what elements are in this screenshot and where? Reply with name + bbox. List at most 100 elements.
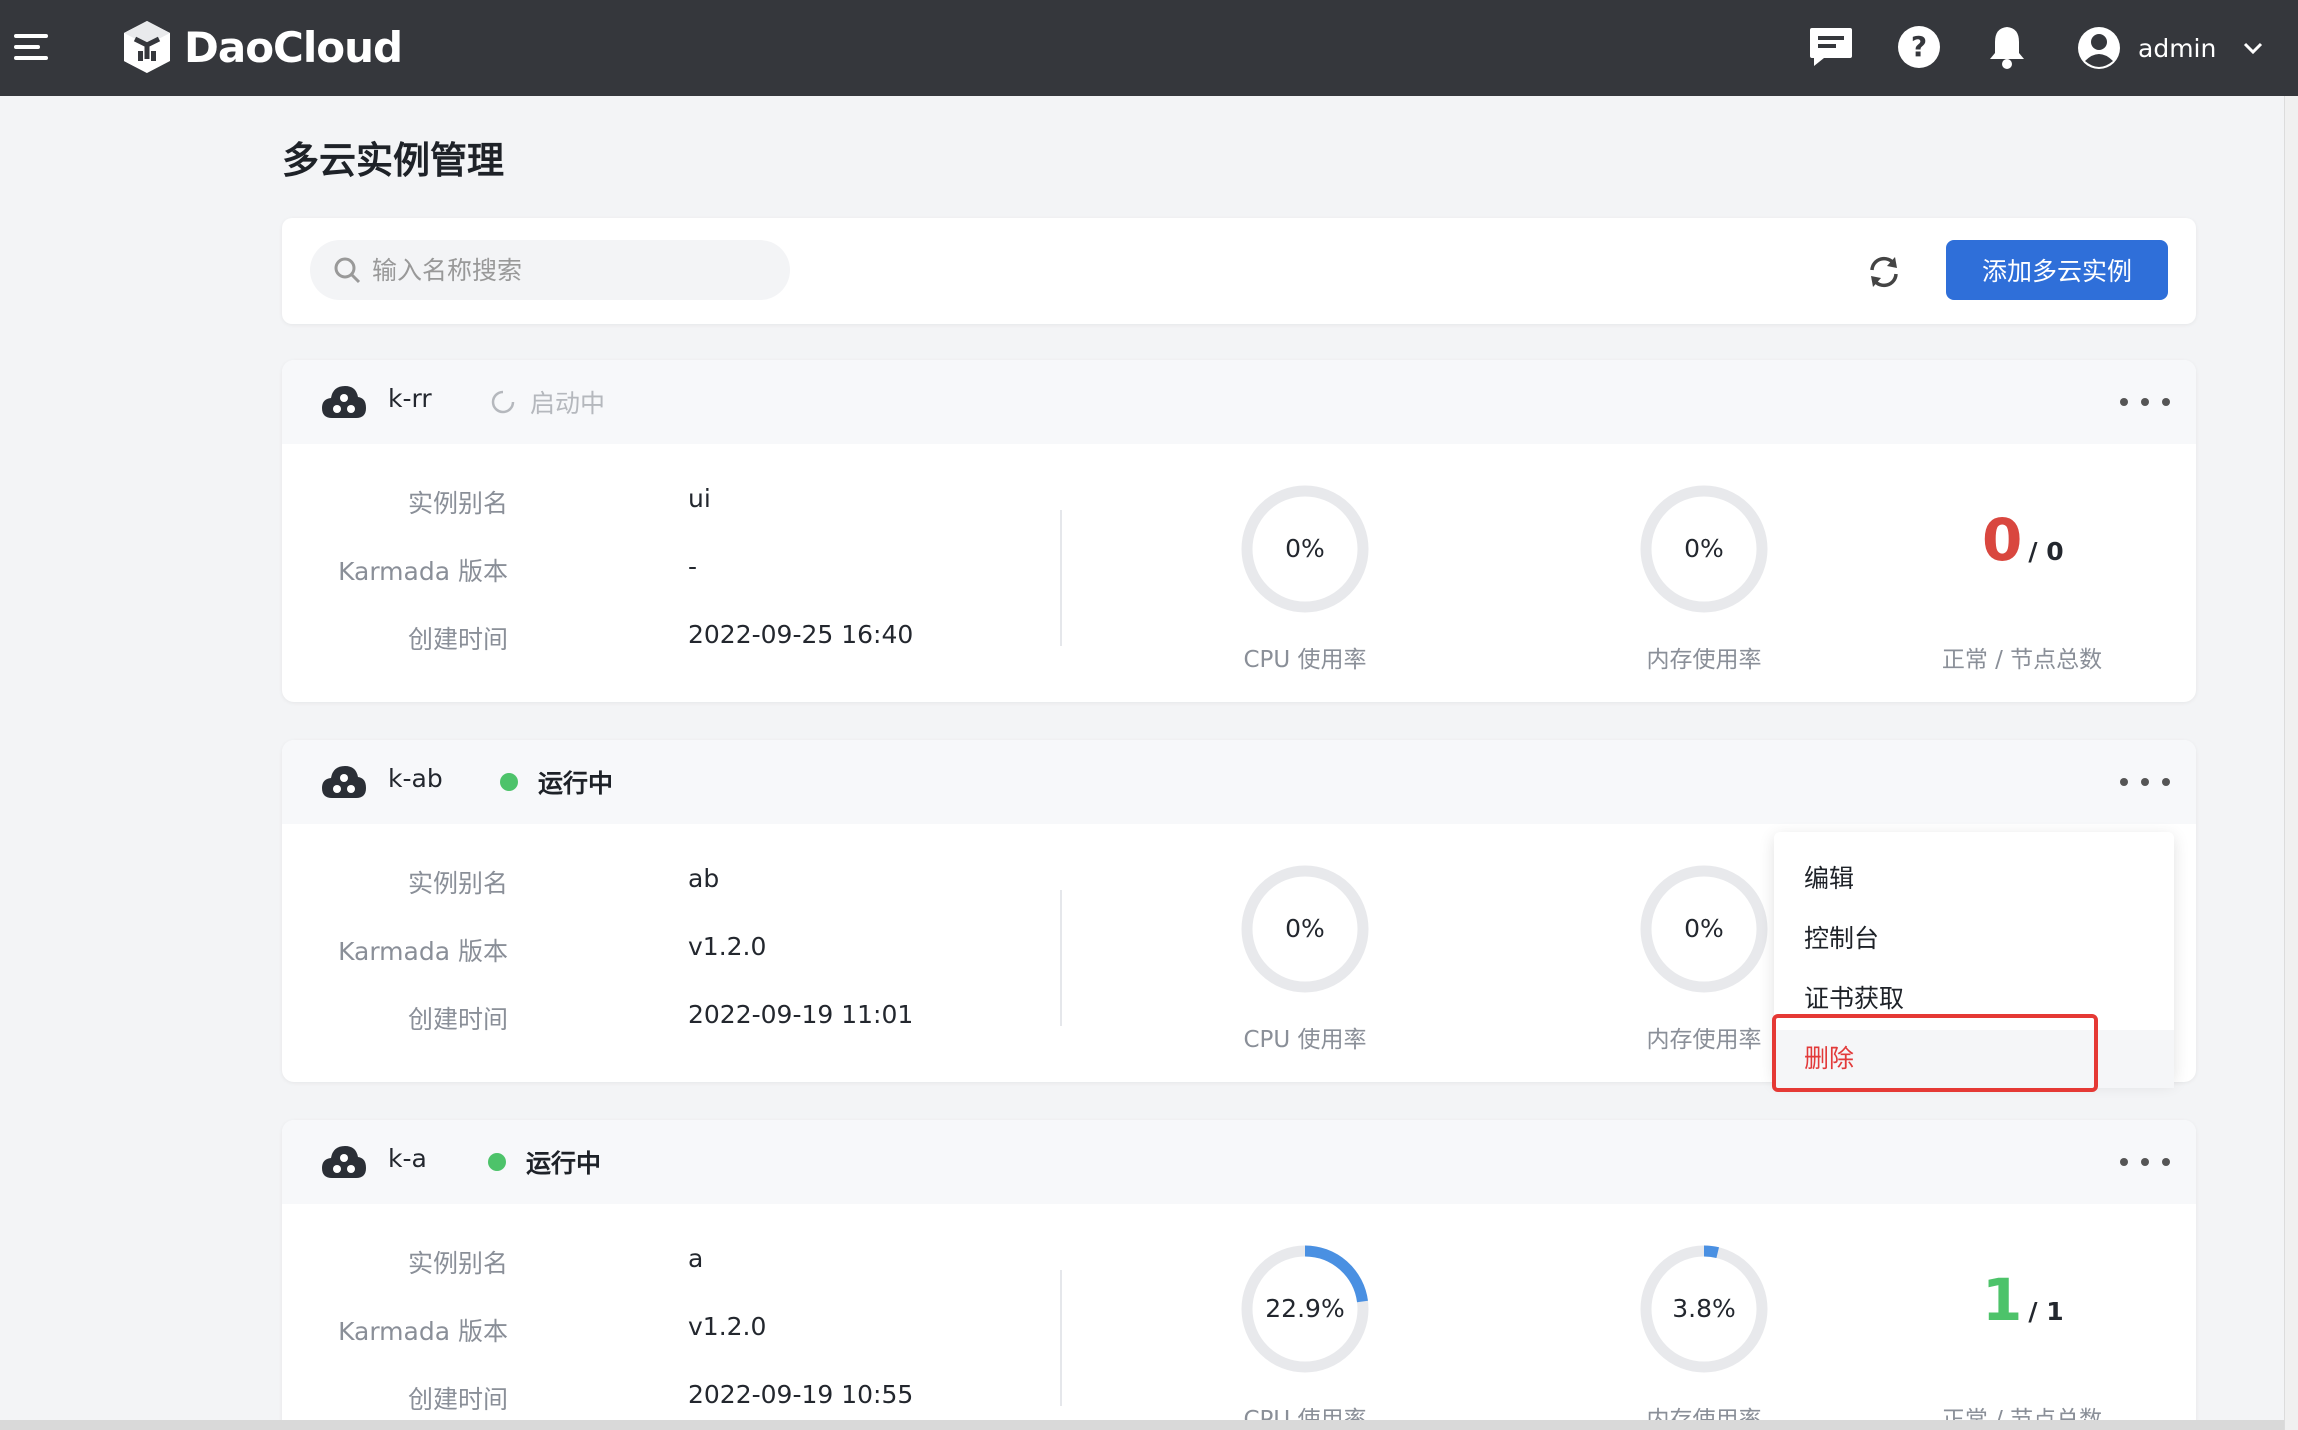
chevron-down-icon: [2244, 42, 2263, 55]
notification-bell-icon[interactable]: [1982, 22, 2032, 72]
status-text: 启动中: [530, 389, 606, 418]
card-divider: [1060, 890, 1062, 1026]
karmada-version-value: -: [688, 552, 698, 581]
more-actions-icon[interactable]: [2120, 390, 2170, 414]
karmada-version-row: Karmada 版本 -: [282, 552, 982, 586]
karmada-version-label: Karmada 版本: [338, 937, 508, 966]
alias-label: 实例别名: [407, 489, 508, 518]
status-text: 运行中: [526, 1149, 602, 1178]
card-divider: [1060, 510, 1062, 646]
hamburger-menu-icon[interactable]: [10, 30, 50, 66]
logo[interactable]: DaoCloud: [118, 14, 403, 80]
created-time-value: 2022-09-25 16:40: [688, 620, 914, 649]
daocloud-logo-icon: [124, 21, 170, 73]
alias-label: 实例别名: [407, 869, 508, 898]
nodes-label: 正常 / 节点总数: [1941, 647, 2103, 673]
memory-usage-gauge: 0%: [1639, 864, 1769, 994]
page-title: 多云实例管理: [282, 139, 504, 182]
horizontal-scrollbar[interactable]: [0, 1420, 2284, 1430]
created-time-value: 2022-09-19 10:55: [688, 1380, 914, 1409]
instance-card-header[interactable]: k-ab 运行中: [282, 740, 2196, 824]
nodes-normal-count: 1: [1982, 1266, 2023, 1334]
instance-name[interactable]: k-a: [388, 1144, 427, 1173]
add-instance-button[interactable]: 添加多云实例: [1946, 240, 2168, 300]
nodes-total-count: / 0: [2028, 537, 2064, 566]
status-running-dot: [500, 773, 518, 791]
instance-name[interactable]: k-ab: [388, 764, 443, 793]
karmada-version-value: v1.2.0: [688, 1312, 767, 1341]
karmada-version-row: Karmada 版本 v1.2.0: [282, 1312, 982, 1346]
created-time-label: 创建时间: [407, 1385, 508, 1414]
instance-actions-menu: 编辑 控制台 证书获取 删除: [1774, 832, 2174, 1088]
karmada-version-label: Karmada 版本: [338, 557, 508, 586]
cloud-instance-icon: [322, 1146, 366, 1178]
karmada-version-value: v1.2.0: [688, 932, 767, 961]
created-time-row: 创建时间 2022-09-19 11:01: [282, 1000, 982, 1034]
created-time-label: 创建时间: [407, 1005, 508, 1034]
cpu-usage-gauge: 0%: [1240, 864, 1370, 994]
card-divider: [1060, 1270, 1062, 1406]
instance-card-header[interactable]: k-a 运行中: [282, 1120, 2196, 1204]
nodes-normal-count: 0: [1982, 506, 2023, 574]
message-icon[interactable]: [1806, 22, 1856, 72]
alias-row: 实例别名 ab: [282, 864, 982, 898]
status-badge: 运行中: [500, 764, 613, 800]
memory-usage-gauge: 0%: [1639, 484, 1769, 614]
instance-name[interactable]: k-rr: [388, 384, 432, 413]
cloud-instance-icon: [322, 386, 366, 418]
search-icon: [334, 257, 361, 284]
cpu-usage-label: CPU 使用率: [1243, 647, 1367, 673]
help-icon[interactable]: ?: [1894, 22, 1944, 72]
memory-usage-gauge-value: 0%: [1684, 914, 1724, 943]
cpu-usage-gauge-value: 0%: [1285, 534, 1325, 563]
loading-spinner-icon: [491, 390, 515, 414]
memory-usage-gauge-value: 3.8%: [1672, 1294, 1736, 1323]
memory-usage-gauge: 3.8%: [1639, 1244, 1769, 1374]
user-avatar-icon: [2078, 27, 2120, 69]
karmada-version-row: Karmada 版本 v1.2.0: [282, 932, 982, 966]
node-count: 1/ 1: [1982, 1266, 2064, 1334]
created-time-row: 创建时间 2022-09-19 10:55: [282, 1380, 982, 1414]
instance-card-header[interactable]: k-rr 启动中: [282, 360, 2196, 444]
alias-value: a: [688, 1244, 704, 1273]
cpu-usage-gauge-value: 0%: [1285, 914, 1325, 943]
status-running-dot: [488, 1153, 506, 1171]
status-badge: 运行中: [488, 1144, 601, 1180]
node-count: 0/ 0: [1982, 506, 2064, 574]
created-time-label: 创建时间: [407, 625, 508, 654]
svg-text:?: ?: [1911, 30, 1927, 63]
menu-item-delete[interactable]: 删除: [1774, 1030, 2174, 1088]
top-bar: DaoCloud ? admin: [0, 0, 2298, 96]
brand-name: DaoCloud: [184, 22, 403, 72]
more-actions-icon[interactable]: [2120, 1150, 2170, 1174]
refresh-icon[interactable]: [1864, 252, 1904, 292]
menu-item-get-certificate[interactable]: 证书获取: [1774, 970, 2174, 1028]
instance-card: k-rr 启动中 实例别名 ui Karmada 版本 - 创建时间 2022-…: [282, 360, 2196, 702]
memory-usage-gauge-value: 0%: [1684, 534, 1724, 563]
more-actions-icon[interactable]: [2120, 770, 2170, 794]
instance-card: k-a 运行中 实例别名 a Karmada 版本 v1.2.0 创建时间 20…: [282, 1120, 2196, 1430]
user-menu[interactable]: admin: [2076, 20, 2264, 76]
cpu-usage-gauge: 22.9%: [1240, 1244, 1370, 1374]
menu-item-console[interactable]: 控制台: [1774, 910, 2174, 968]
cpu-usage-label: CPU 使用率: [1243, 1027, 1367, 1053]
vertical-scrollbar[interactable]: [2284, 96, 2298, 1430]
alias-label: 实例别名: [407, 1249, 508, 1278]
alias-row: 实例别名 ui: [282, 484, 982, 518]
karmada-version-label: Karmada 版本: [338, 1317, 508, 1346]
search-input[interactable]: [372, 255, 772, 285]
alias-row: 实例别名 a: [282, 1244, 982, 1278]
menu-item-edit[interactable]: 编辑: [1774, 850, 2174, 908]
search-box[interactable]: [310, 240, 790, 300]
alias-value: ui: [688, 484, 711, 513]
nodes-total-count: / 1: [2028, 1297, 2064, 1326]
memory-usage-label: 内存使用率: [1646, 647, 1762, 673]
username: admin: [2138, 33, 2217, 63]
toolbar: 添加多云实例: [282, 218, 2196, 324]
cloud-instance-icon: [322, 766, 366, 798]
alias-value: ab: [688, 864, 720, 893]
status-badge: 启动中: [490, 384, 605, 420]
status-text: 运行中: [538, 769, 614, 798]
created-time-row: 创建时间 2022-09-25 16:40: [282, 620, 982, 654]
created-time-value: 2022-09-19 11:01: [688, 1000, 914, 1029]
